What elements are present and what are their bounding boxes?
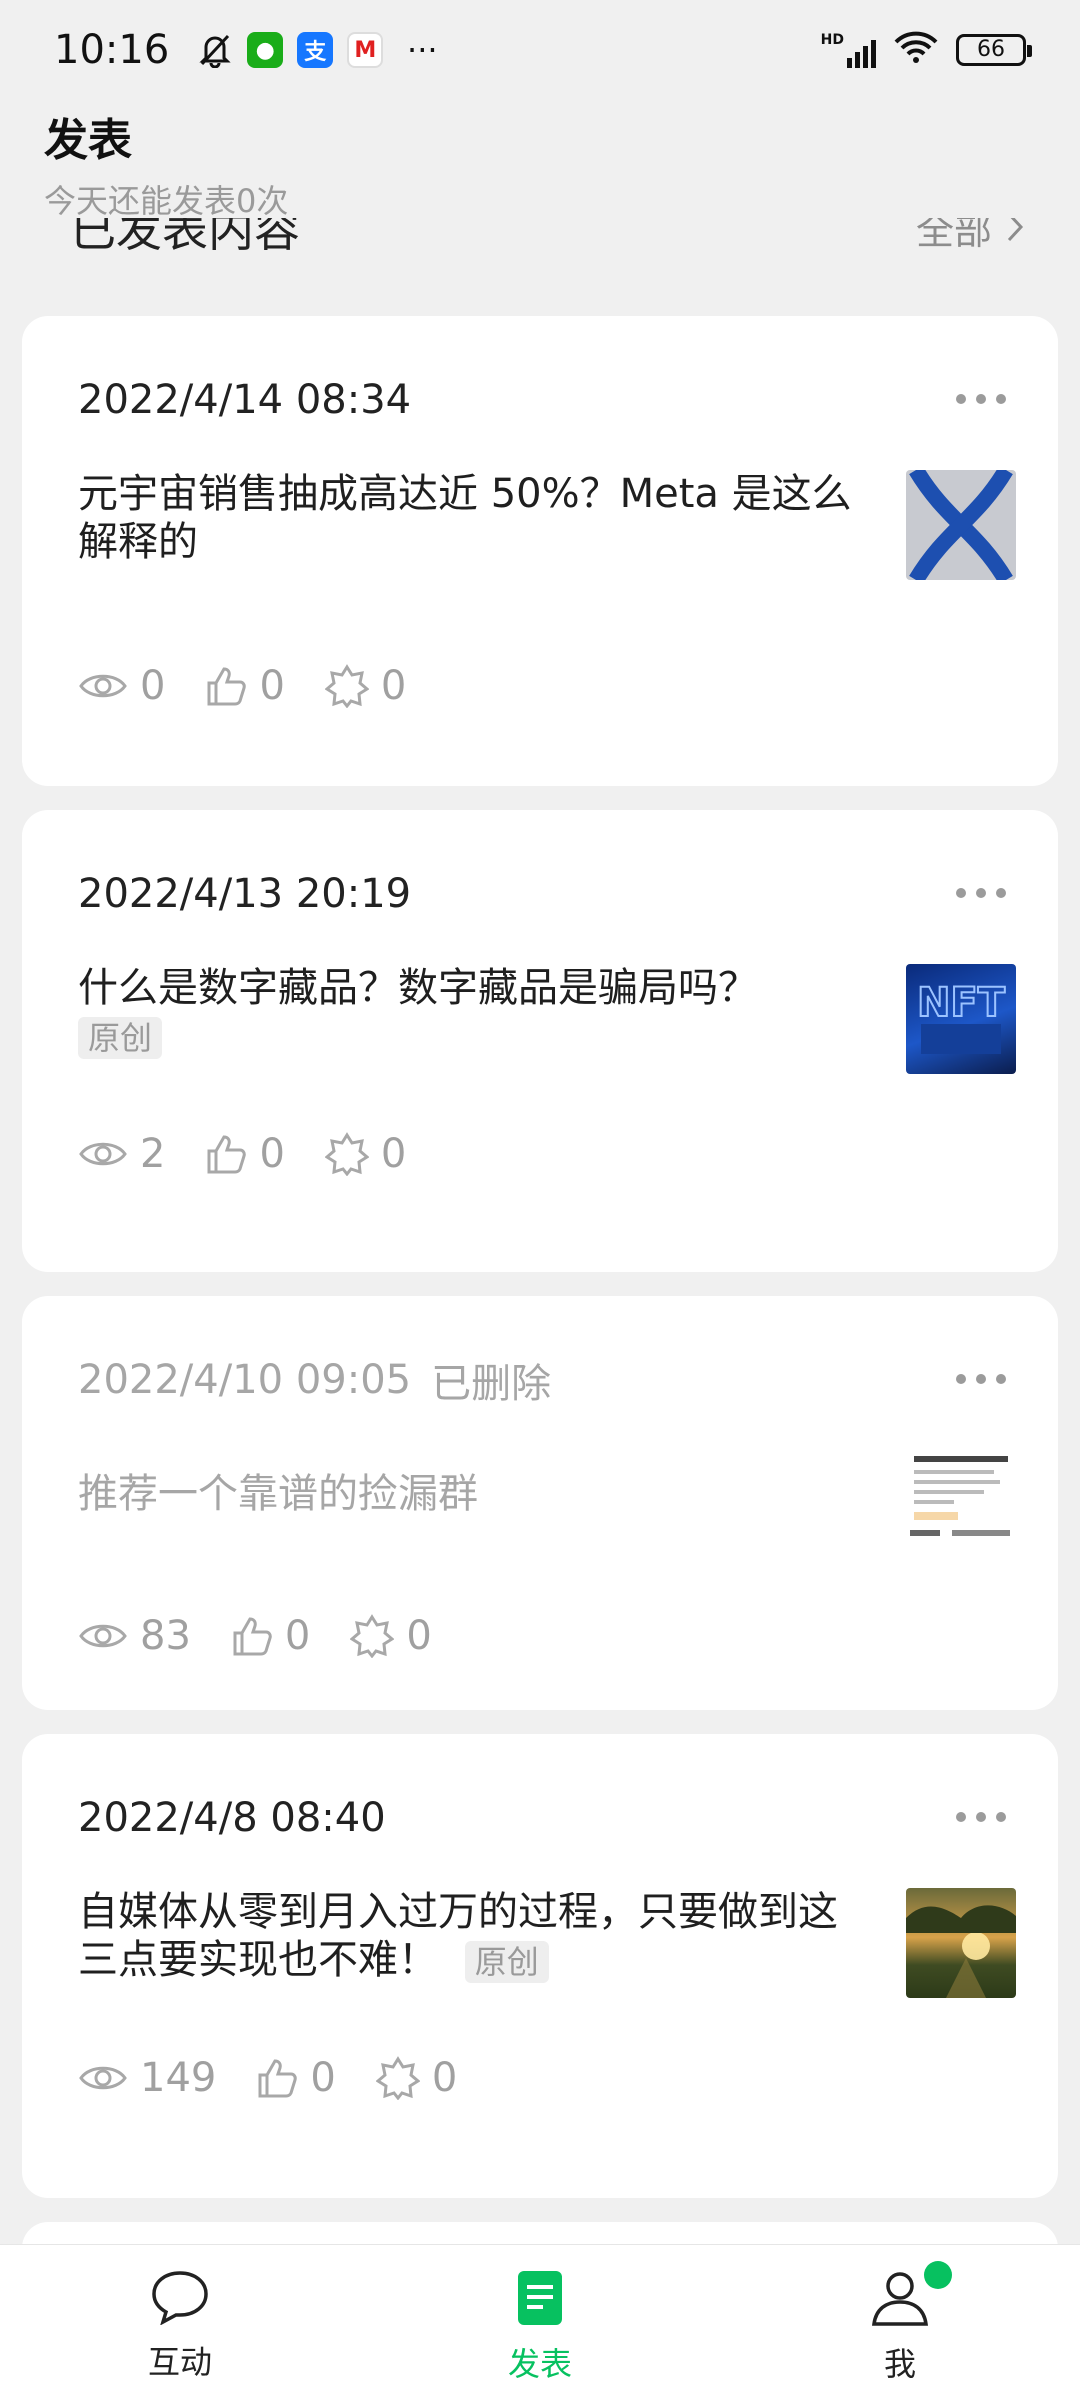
nav-publish-label: 发表 (507, 2345, 572, 2383)
app-icon: M (347, 32, 384, 68)
chat-bubble-icon (152, 2271, 208, 2325)
nav-publish[interactable]: 发表 (440, 2269, 640, 2385)
post-stats: 0 0 0 (78, 616, 1002, 756)
shares-stat: 0 (375, 2055, 457, 2101)
more-notifications-icon: ··· (407, 31, 438, 69)
more-options-icon[interactable] (956, 394, 1006, 404)
likes-stat: 0 (256, 2055, 336, 2101)
wechat-icon: ● (247, 32, 284, 68)
eye-icon (79, 2066, 127, 2090)
thumbs-up-icon (258, 2059, 298, 2098)
post-title: 什么是数字藏品？数字藏品是骗局吗？ 原创 (78, 965, 758, 1059)
chevron-right-icon (1007, 218, 1024, 242)
eye-icon (79, 674, 127, 698)
published-section-header: 已发表内容 全部 (70, 218, 1024, 268)
thumbs-up-icon (207, 1135, 247, 1174)
post-title: 元宇宙销售抽成高达近 50%？Meta 是这么解释的 (78, 471, 852, 565)
share-icon (324, 664, 369, 708)
original-tag: 原创 (464, 1941, 549, 1983)
post-stats: 2 0 0 (78, 1084, 1002, 1224)
post-date: 2022/4/8 08:40 (78, 1795, 386, 1841)
status-time: 10:16 (54, 27, 170, 73)
shares-stat: 0 (350, 1613, 432, 1659)
original-tag: 原创 (78, 1017, 163, 1059)
likes-stat: 0 (205, 1131, 285, 1177)
share-icon (375, 2056, 420, 2100)
nav-me-label: 我 (883, 2345, 916, 2383)
shares-stat: 0 (324, 1131, 406, 1177)
share-icon (350, 1614, 395, 1658)
eye-icon (79, 1142, 127, 1166)
status-bar: 10:16 ● 支 M ··· HD 66 (0, 0, 1080, 100)
bottom-nav: 互动 发表 我 (0, 2244, 1080, 2400)
thumbs-up-icon (233, 1617, 272, 1656)
more-options-icon[interactable] (956, 1812, 1006, 1822)
post-date: 2022/4/14 08:34 (78, 377, 412, 423)
battery-level: 66 (977, 37, 1005, 62)
post-thumbnail: NFT (906, 964, 1016, 1074)
post-card[interactable]: 2022/4/14 08:34 元宇宙销售抽成高达近 50%？Meta 是这么解… (22, 316, 1058, 786)
views-stat: 83 (78, 1613, 191, 1659)
more-options-icon[interactable] (956, 1374, 1006, 1384)
page-header: 发表 今天还能发表0次 (44, 104, 288, 222)
post-list: 2022/4/14 08:34 元宇宙销售抽成高达近 50%？Meta 是这么解… (22, 316, 1058, 2366)
post-thumbnail (906, 1450, 1016, 1560)
signal-icon: HD (821, 32, 876, 68)
post-date: 2022/4/13 20:19 (78, 871, 412, 917)
post-title: 推荐一个靠谱的捡漏群 (78, 1471, 478, 1517)
page-subtitle: 今天还能发表0次 (44, 182, 289, 220)
post-card[interactable]: 2022/4/10 09:05 已删除 推荐一个靠谱的捡漏群 83 0 0 (22, 1296, 1058, 1710)
person-icon (871, 2272, 929, 2326)
view-all-label: 全部 (915, 218, 992, 253)
svg-text:NFT: NFT (917, 980, 1006, 1026)
views-stat: 149 (78, 2055, 216, 2101)
eye-icon (79, 1624, 127, 1648)
post-card[interactable]: 2022/4/13 20:19 什么是数字藏品？数字藏品是骗局吗？ 原创 NFT… (22, 810, 1058, 1272)
mute-bell-icon (197, 32, 233, 68)
view-all-link[interactable]: 全部 (916, 218, 1024, 255)
alipay-icon: 支 (297, 32, 334, 68)
post-title: 自媒体从零到月入过万的过程，只要做到这三点要实现也不难！ 原创 (78, 1889, 838, 1983)
post-stats: 83 0 0 (78, 1566, 1002, 1706)
notification-dot (924, 2261, 952, 2289)
wifi-icon (894, 30, 938, 69)
more-options-icon[interactable] (956, 888, 1006, 898)
post-thumbnail (906, 470, 1016, 580)
views-stat: 2 (78, 1131, 165, 1177)
page-title: 发表 (44, 115, 132, 166)
likes-stat: 0 (205, 663, 285, 709)
likes-stat: 0 (231, 1613, 310, 1659)
section-title: 已发表内容 (70, 218, 300, 257)
post-thumbnail (906, 1888, 1016, 1998)
views-stat: 0 (78, 663, 165, 709)
post-date: 2022/4/10 09:05 已删除 (78, 1350, 1002, 1410)
nav-interact[interactable]: 互动 (80, 2269, 280, 2383)
nav-interact-label: 互动 (147, 2343, 212, 2381)
post-card[interactable]: 2022/4/8 08:40 自媒体从零到月入过万的过程，只要做到这三点要实现也… (22, 1734, 1058, 2198)
share-icon (324, 1132, 369, 1176)
battery-icon: 66 (956, 33, 1032, 66)
status-right: HD 66 (821, 30, 1032, 69)
deleted-status: 已删除 (431, 1361, 552, 1407)
post-stats: 149 0 0 (78, 2008, 1002, 2148)
nav-me[interactable]: 我 (800, 2261, 1000, 2385)
document-icon (518, 2271, 562, 2325)
thumbs-up-icon (207, 667, 247, 706)
shares-stat: 0 (324, 663, 406, 709)
